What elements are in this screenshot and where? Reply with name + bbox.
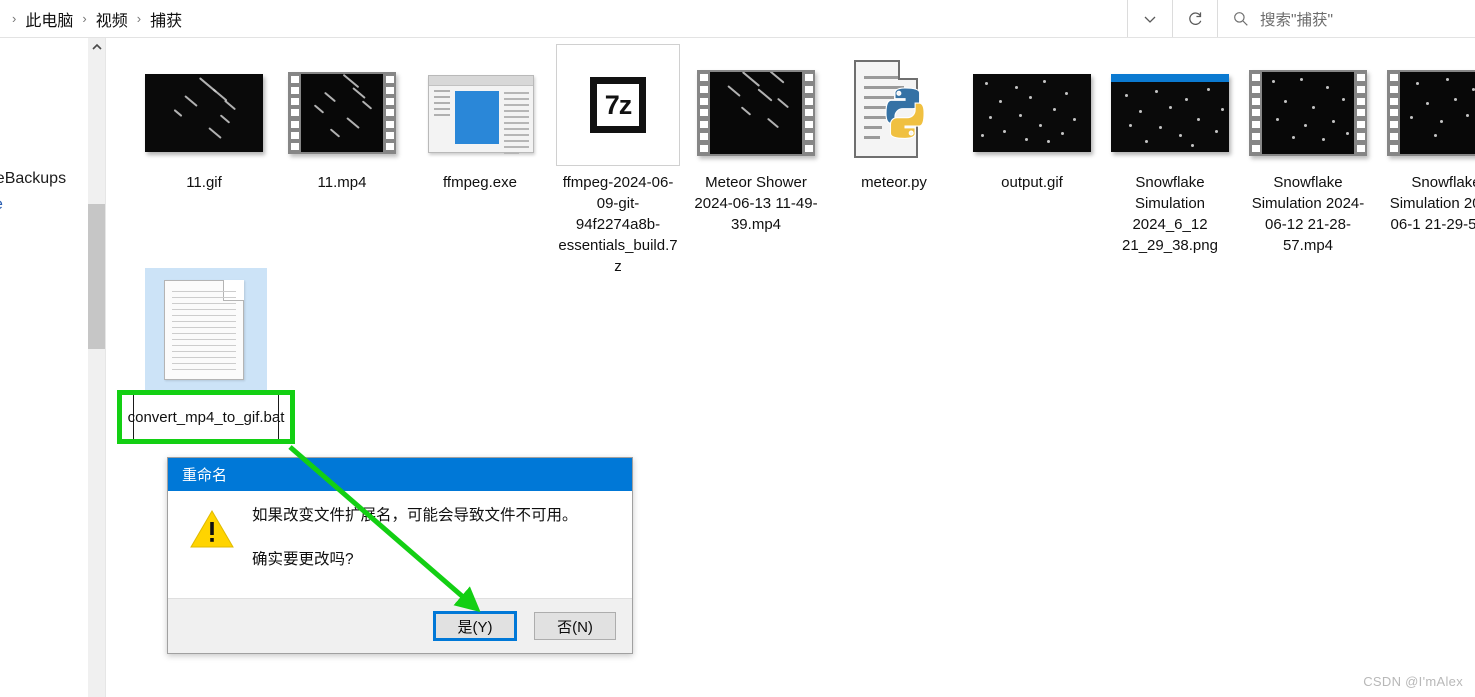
list-item[interactable]: 7z ffmpeg-2024-06-09-git-94f2274a8b-esse… [549,42,687,277]
file-name-label: Snowflake Simulation 2024-06-1 21-29-50.… [1389,174,1475,233]
refresh-button[interactable] [1173,0,1218,37]
list-item[interactable]: Meteor Shower 2024-06-13 11-49-39.mp4 [687,58,825,235]
breadcrumb-separator-icon: › [82,11,87,26]
scrollbar-thumb[interactable] [88,204,105,349]
image-thumbnail-icon [1111,74,1229,152]
file-thumbnail [963,58,1101,168]
archive-icon: 7z [556,44,680,166]
video-thumbnail-icon [697,70,815,156]
refresh-icon [1189,11,1202,25]
file-name-label: output.gif [1001,174,1063,191]
scroll-up-button[interactable] [88,38,105,55]
warning-triangle-icon [190,505,236,596]
no-button[interactable]: 否(N) [534,612,616,640]
address-bar: › 此电脑 › 视频 › 捕获 搜索"捕获" [0,0,1475,38]
list-item[interactable]: Snowflake Simulation 2024-06-1 21-29-50.… [1377,58,1475,235]
application-icon [428,69,534,157]
file-name-label: Meteor Shower 2024-06-13 11-49-39.mp4 [694,174,818,233]
list-item[interactable]: ffmpeg.exe [411,58,549,193]
breadcrumb-separator-icon: › [136,11,142,26]
image-thumbnail-icon [145,74,263,152]
annotation-highlight-rect [117,390,295,444]
image-thumbnail-icon [973,74,1091,152]
video-thumbnail-icon [288,72,396,154]
breadcrumb-separator-icon: › [12,11,17,26]
breadcrumb-item-captures[interactable]: 捕获 [147,5,185,33]
python-file-icon [846,58,942,162]
file-thumbnail: 7z [549,42,687,168]
list-item[interactable]: output.gif [963,58,1101,193]
search-icon [1234,11,1248,26]
file-name-label: ffmpeg.exe [443,174,517,191]
list-item[interactable]: Snowflake Simulation 2024-06-12 21-28-57… [1239,58,1377,256]
search-box[interactable]: 搜索"捕获" [1218,0,1475,37]
list-item[interactable]: 11.mp4 [273,58,411,193]
dialog-message-line2: 确实要更改吗? [252,551,354,568]
history-dropdown-button[interactable] [1128,0,1173,37]
rename-file-icon [164,280,244,380]
file-name-label: 11.mp4 [317,174,367,191]
file-explorer-window: › 此电脑 › 视频 › 捕获 搜索"捕获" dg [0,0,1475,697]
dialog-message-line1: 如果改变文件扩展名，可能会导致文件不可用。 [252,507,578,524]
video-thumbnail-icon [1249,70,1367,156]
rename-dialog: 重命名 如果改变文件扩展名，可能会导致文件不可用。 确实要更改吗? 是(Y) 否… [167,457,633,654]
chevron-up-icon [91,43,102,50]
dialog-button-row: 是(Y) 否(N) [168,598,632,653]
file-thumbnail [687,58,825,168]
nav-item-clipped-label-secondary[interactable]: e [0,196,3,214]
breadcrumb[interactable]: › 此电脑 › 视频 › 捕获 [0,0,1128,37]
dialog-title-bar: 重命名 [168,458,632,491]
file-name-label: Snowflake Simulation 2024_6_12 21_29_38.… [1122,174,1218,254]
yes-button[interactable]: 是(Y) [433,611,517,641]
search-input[interactable]: 搜索"捕获" [1260,8,1333,30]
file-name-label: 11.gif [186,174,222,191]
file-thumbnail [1377,58,1475,168]
python-logo-icon [885,87,925,139]
nav-item-clipped-label[interactable]: dgeBackups [0,170,66,188]
text-document-icon [164,280,244,380]
chevron-down-icon [1144,16,1156,23]
breadcrumb-item-videos[interactable]: 视频 [93,5,131,33]
navigation-pane-scrollbar[interactable] [88,38,106,697]
breadcrumb-item-this-pc[interactable]: 此电脑 [22,5,76,33]
watermark: CSDN @I'mAlex [1363,674,1463,689]
file-thumbnail [411,58,549,168]
dialog-messages: 如果改变文件扩展名，可能会导致文件不可用。 确实要更改吗? [236,505,578,596]
file-thumbnail [1239,58,1377,168]
file-name-label: Snowflake Simulation 2024-06-12 21-28-57… [1251,174,1365,254]
dialog-body: 如果改变文件扩展名，可能会导致文件不可用。 确实要更改吗? [168,491,632,596]
file-thumbnail [273,58,411,168]
navigation-pane[interactable]: dgeBackups e [0,38,88,697]
file-thumbnail [135,58,273,168]
list-item[interactable]: Snowflake Simulation 2024_6_12 21_29_38.… [1101,58,1239,256]
video-thumbnail-icon [1387,70,1475,156]
list-item[interactable]: meteor.py [825,52,963,193]
file-name-label: meteor.py [861,174,927,191]
file-name-label: ffmpeg-2024-06-09-git-94f2274a8b-essenti… [558,174,678,275]
dialog-title: 重命名 [182,467,228,484]
file-thumbnail [825,52,963,168]
sevenzip-glyph: 7z [590,77,646,133]
list-item[interactable]: 11.gif [135,58,273,193]
file-thumbnail [1101,58,1239,168]
